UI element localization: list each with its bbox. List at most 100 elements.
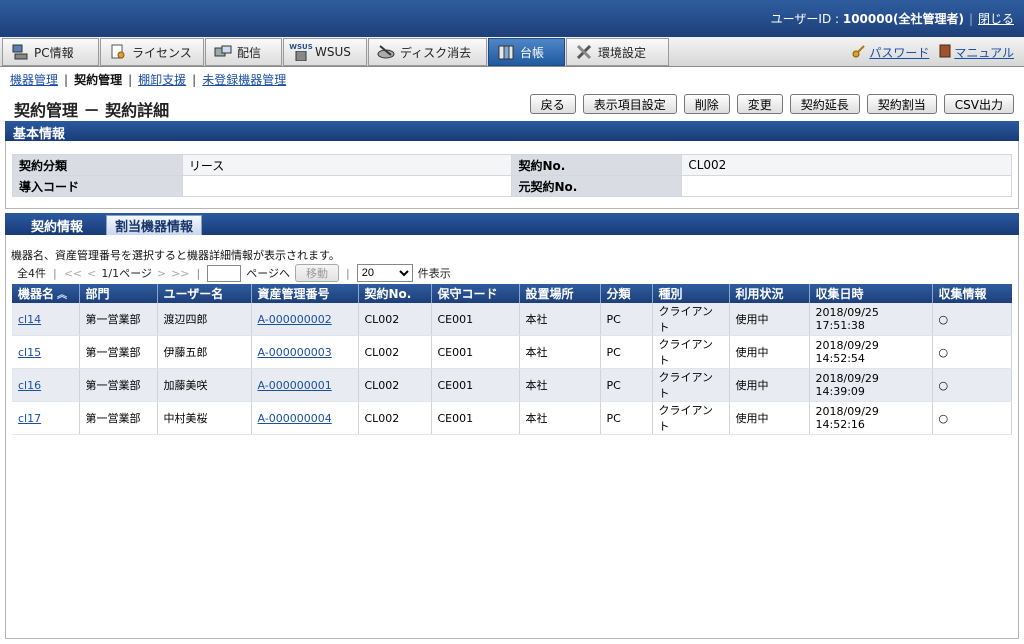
table-row: cl16 第一営業部 加藤美咲 A-000000001 CL002 CE001 本社 PC クラ…: [12, 368, 1012, 402]
table-header-row: 機器名 ︽ 部門 ユーザー名 資産管理番号 契約No. 保守コード 設置場所 分類…: [12, 284, 1012, 303]
tab-distribution[interactable]: 配信: [205, 38, 282, 66]
intro-code-label: 導入コード: [12, 175, 183, 197]
first-page-link[interactable]: <<: [64, 267, 82, 280]
table-cell: 中村美桜: [157, 401, 252, 435]
license-icon: [109, 43, 127, 61]
tab-license[interactable]: ライセンス: [100, 38, 204, 66]
table-cell: 本社: [519, 303, 601, 336]
manual-link[interactable]: マニュアル: [939, 44, 1014, 61]
tab-disk-erase[interactable]: ディスク消去: [368, 38, 487, 66]
per-page-select[interactable]: 20: [356, 264, 413, 282]
table-cell: PC: [600, 335, 653, 369]
table-cell: 使用中: [729, 303, 810, 336]
settings-icon: [575, 43, 593, 61]
table-cell: CL002: [358, 335, 432, 369]
last-page-link[interactable]: >>: [171, 267, 189, 280]
col-device-name[interactable]: 機器名 ︽: [12, 284, 80, 303]
contract-type-label: 契約分類: [12, 154, 183, 176]
col-user-name[interactable]: ユーザー名: [157, 284, 252, 303]
table-cell: cl16: [12, 368, 80, 402]
sort-asc-icon[interactable]: ︽: [57, 290, 67, 301]
subnav-device-mgmt[interactable]: 機器管理: [10, 73, 58, 87]
table-cell: 本社: [519, 335, 601, 369]
table-cell: 第一営業部: [79, 335, 158, 369]
table-cell: 渡辺四郎: [157, 303, 252, 336]
basic-info-table: 契約分類 リース 契約No. CL002 導入コード 元契約No.: [12, 154, 1012, 197]
tab-assigned-devices[interactable]: 割当機器情報: [106, 215, 203, 235]
col-contract-no[interactable]: 契約No.: [358, 284, 432, 303]
table-row: cl14 第一営業部 渡辺四郎 A-000000002 CL002 CE001 本社 PC クラ…: [12, 303, 1012, 336]
page-number-input[interactable]: [207, 264, 242, 282]
back-button[interactable]: 戻る: [529, 94, 576, 114]
table-cell: CL002: [358, 368, 432, 402]
per-page-suffix: 件表示: [417, 267, 451, 280]
table-cell: 2018/09/29 14:52:54: [809, 335, 933, 369]
col-location[interactable]: 設置場所: [519, 284, 601, 303]
delete-button[interactable]: 削除: [683, 94, 730, 114]
table-cell: 使用中: [729, 335, 810, 369]
pager: 全4件 | << < 1/1ページ > >> | ページへ 移動 | 20 件表…: [17, 264, 451, 282]
tab-contract-info[interactable]: 契約情報: [23, 215, 91, 235]
prev-page-link[interactable]: <: [87, 267, 96, 280]
csv-export-button[interactable]: CSV出力: [943, 94, 1014, 114]
password-link[interactable]: パスワード: [852, 44, 929, 61]
device-name-link[interactable]: cl17: [18, 412, 41, 425]
intro-code-value: [181, 175, 513, 197]
device-name-link[interactable]: cl15: [18, 346, 41, 359]
subnav-unregistered[interactable]: 未登録機器管理: [202, 73, 286, 87]
display-settings-button[interactable]: 表示項目設定: [582, 94, 677, 114]
table-cell: 2018/09/29 14:52:16: [809, 401, 933, 435]
table-cell: A-000000004: [251, 401, 359, 435]
detail-tab-bar: 契約情報 割当機器情報: [5, 213, 1019, 235]
action-buttons: 戻る 表示項目設定 削除 変更 契約延長 契約割当 CSV出力: [529, 94, 1014, 114]
move-button[interactable]: 移動: [295, 264, 340, 282]
pc-icon: [11, 43, 29, 61]
asset-no-link[interactable]: A-000000004: [258, 412, 332, 425]
table-cell: クライアント: [652, 401, 730, 435]
col-usage-status[interactable]: 利用状況: [729, 284, 810, 303]
asset-no-link[interactable]: A-000000002: [258, 313, 332, 326]
table-cell: 2018/09/29 14:39:09: [809, 368, 933, 402]
tab-settings[interactable]: 環境設定: [566, 38, 669, 66]
tab-ledger[interactable]: 台帳: [488, 38, 565, 66]
device-name-link[interactable]: cl16: [18, 379, 41, 392]
table-cell: 第一営業部: [79, 368, 158, 402]
table-cell: 加藤美咲: [157, 368, 252, 402]
table-cell: A-000000001: [251, 368, 359, 402]
col-collected-at[interactable]: 収集日時: [809, 284, 933, 303]
col-category[interactable]: 分類: [600, 284, 653, 303]
col-department[interactable]: 部門: [79, 284, 158, 303]
close-link[interactable]: 閉じる: [978, 12, 1014, 26]
subnav-inventory[interactable]: 棚卸支援: [138, 73, 186, 87]
table-cell: A-000000003: [251, 335, 359, 369]
assign-contract-button[interactable]: 契約割当: [866, 94, 937, 114]
next-page-link[interactable]: >: [157, 267, 166, 280]
tab-pc-info[interactable]: PC情報: [2, 38, 99, 66]
table-cell: cl17: [12, 401, 80, 435]
tab-wsus[interactable]: WSUS WSUS: [283, 38, 367, 66]
col-asset-no[interactable]: 資産管理番号: [251, 284, 359, 303]
col-collected-info[interactable]: 収集情報: [932, 284, 1012, 303]
table-cell: CE001: [431, 401, 520, 435]
table-cell: CL002: [358, 401, 432, 435]
sub-nav: 機器管理 | 契約管理 | 棚卸支援 | 未登録機器管理: [10, 73, 287, 87]
extend-contract-button[interactable]: 契約延長: [789, 94, 860, 114]
asset-no-link[interactable]: A-000000003: [258, 346, 332, 359]
col-type[interactable]: 種別: [652, 284, 730, 303]
table-cell: クライアント: [652, 335, 730, 369]
user-id-label: ユーザーID :: [770, 12, 843, 26]
table-cell: 2018/09/25 17:51:38: [809, 303, 933, 336]
user-info: ユーザーID : 100000(全社管理者) | 閉じる: [770, 12, 1014, 26]
device-table: 機器名 ︽ 部門 ユーザー名 資産管理番号 契約No. 保守コード 設置場所 分類…: [12, 284, 1012, 435]
device-name-link[interactable]: cl14: [18, 313, 41, 326]
change-button[interactable]: 変更: [736, 94, 783, 114]
table-cell: CE001: [431, 368, 520, 402]
top-links: パスワード マニュアル: [852, 44, 1014, 61]
contract-no-value: CL002: [681, 154, 1012, 176]
page-title: 契約管理 － 契約詳細: [14, 101, 170, 120]
contract-no-label: 契約No.: [511, 154, 683, 176]
asset-no-link[interactable]: A-000000001: [258, 379, 332, 392]
table-cell: A-000000002: [251, 303, 359, 336]
col-maintenance-code[interactable]: 保守コード: [431, 284, 520, 303]
table-cell: クライアント: [652, 303, 730, 336]
